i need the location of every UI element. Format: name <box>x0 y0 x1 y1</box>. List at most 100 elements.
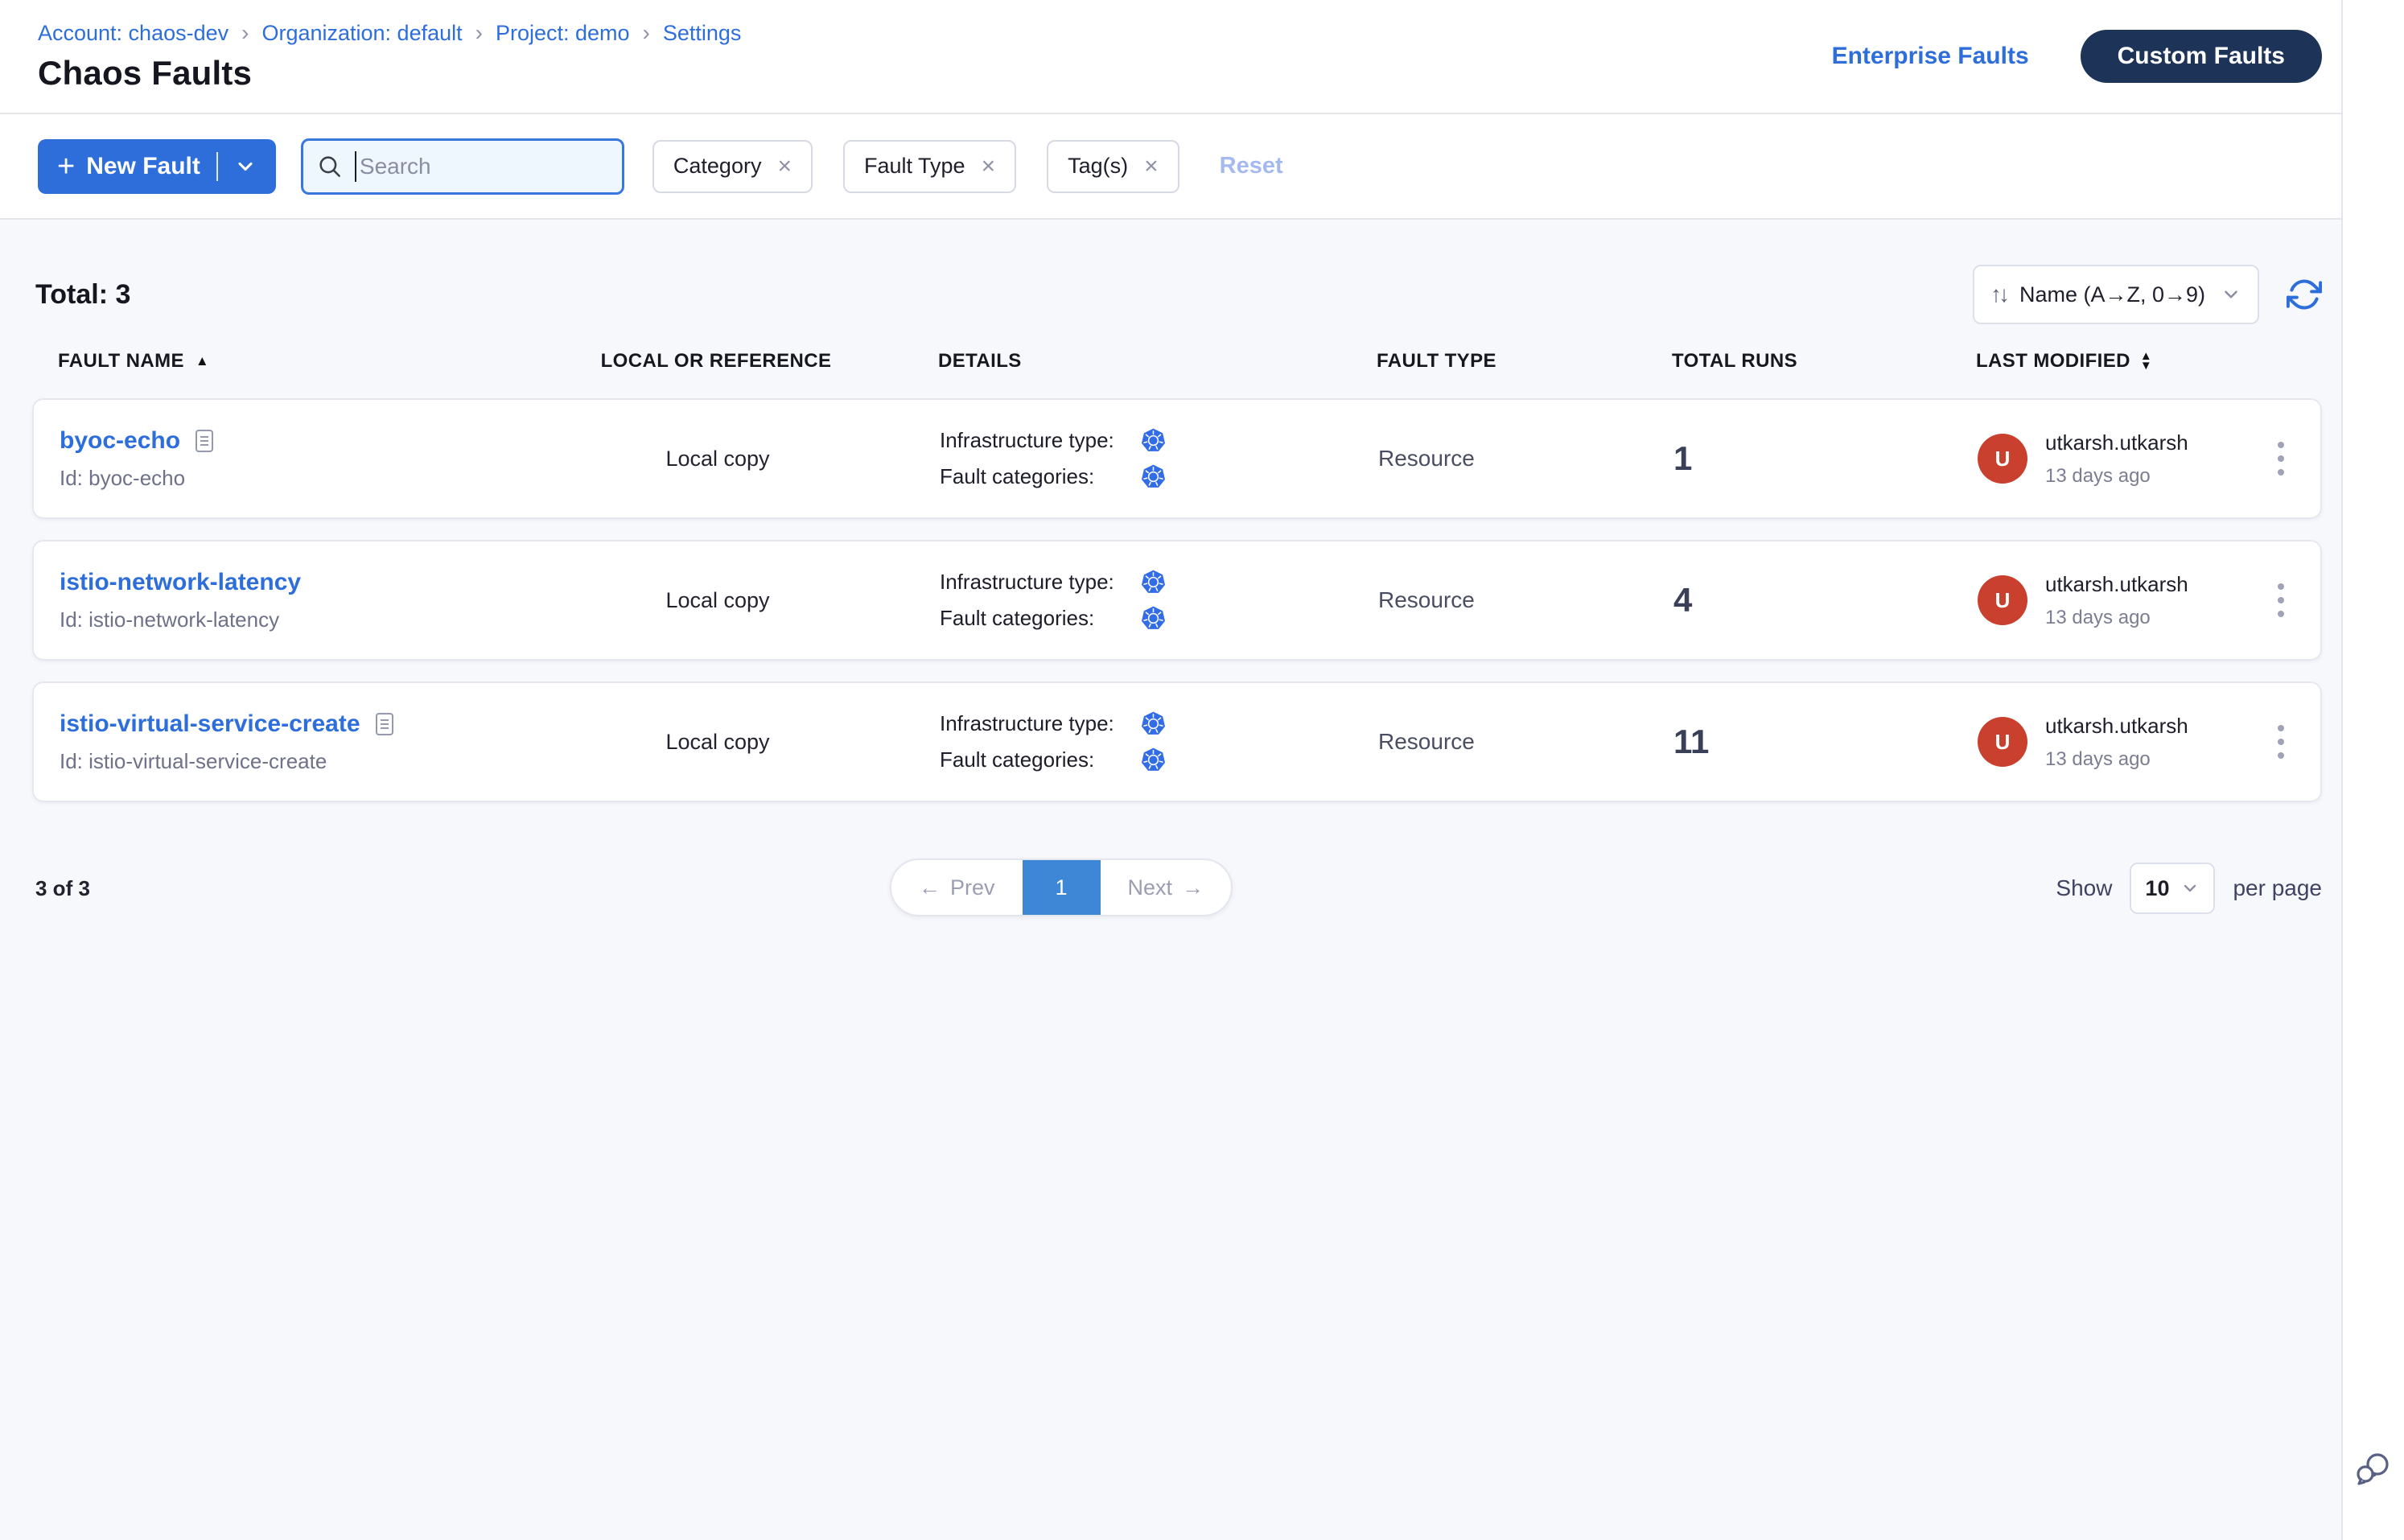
sort-ascending-icon: ▲ <box>196 353 209 369</box>
breadcrumb-organization[interactable]: Organization: default <box>261 21 462 46</box>
kubernetes-icon <box>1141 606 1166 631</box>
filter-chips: Category × Fault Type × Tag(s) × <box>652 140 1179 193</box>
modified-by: utkarsh.utkarsh <box>2045 714 2188 739</box>
modified-when: 13 days ago <box>2045 607 2188 629</box>
custom-faults-button[interactable]: Custom Faults <box>2081 30 2322 83</box>
fault-categories-label: Fault categories: <box>940 606 1141 631</box>
avatar: U <box>1978 434 2027 484</box>
pagination-bar: 3 of 3 ← Prev 1 Next → Show 10 <box>32 859 2322 918</box>
fault-row: istio-virtual-service-create Id: istio-v… <box>32 681 2322 802</box>
local-or-reference-value: Local copy <box>597 447 838 471</box>
breadcrumb-settings[interactable]: Settings <box>663 21 742 46</box>
plus-icon: + <box>57 151 75 182</box>
prev-page-button[interactable]: ← Prev <box>891 860 1023 915</box>
copy-id-icon[interactable] <box>375 712 394 736</box>
page-title: Chaos Faults <box>38 54 741 93</box>
chevron-down-icon <box>2221 284 2241 305</box>
pager: ← Prev 1 Next → <box>890 859 1233 916</box>
close-icon[interactable]: × <box>777 154 792 179</box>
search-input[interactable] <box>301 138 624 195</box>
column-label: FAULT TYPE <box>1377 350 1496 373</box>
reset-filters-button[interactable]: Reset <box>1220 153 1283 179</box>
chip-label: Fault Type <box>864 154 965 179</box>
kubernetes-icon <box>1141 428 1166 453</box>
filter-chip-fault-type[interactable]: Fault Type × <box>843 140 1016 193</box>
page-range-label: 3 of 3 <box>35 876 90 901</box>
column-header-details: DETAILS <box>837 350 1352 373</box>
breadcrumb-separator-icon: › <box>241 22 249 44</box>
breadcrumb: Account: chaos-dev › Organization: defau… <box>38 21 741 46</box>
modified-by: utkarsh.utkarsh <box>2045 430 2188 455</box>
right-rail <box>2341 0 2404 1540</box>
fault-name-link[interactable]: istio-network-latency <box>60 569 301 596</box>
column-header-fault-name[interactable]: FAULT NAME ▲ <box>32 350 595 373</box>
column-header-last-modified[interactable]: LAST MODIFIED ▲▼ <box>1923 350 2237 373</box>
total-count: Total: 3 <box>35 279 130 311</box>
fault-categories-label: Fault categories: <box>940 464 1141 489</box>
column-label: LAST MODIFIED <box>1976 350 2130 373</box>
per-page-label: per page <box>2233 875 2322 901</box>
fault-row: istio-network-latency Id: istio-network-… <box>32 540 2322 661</box>
page-header: Account: chaos-dev › Organization: defau… <box>0 0 2341 114</box>
button-divider <box>216 152 218 181</box>
row-menu-kebab-icon[interactable] <box>2270 434 2292 484</box>
sort-selected-value: Name (A→Z, 0→9) <box>2019 282 2205 307</box>
breadcrumb-separator-icon: › <box>643 22 650 44</box>
table-header: FAULT NAME ▲ LOCAL OR REFERENCE DETAILS … <box>32 345 2322 377</box>
search-icon <box>316 153 344 180</box>
refresh-icon[interactable] <box>2287 277 2322 312</box>
modified-when: 13 days ago <box>2045 748 2188 771</box>
fault-row: byoc-echo Id: byoc-echo Local copy Infra… <box>32 398 2322 519</box>
filter-chip-category[interactable]: Category × <box>652 140 813 193</box>
new-fault-label: New Fault <box>86 153 200 180</box>
fault-categories-label: Fault categories: <box>940 747 1141 772</box>
faults-list-area: Total: 3 ↑↓ Name (A→Z, 0→9) <box>0 265 2341 918</box>
page-size-select[interactable]: 10 <box>2130 863 2215 914</box>
search-input-field[interactable] <box>360 154 609 179</box>
avatar: U <box>1978 575 2027 625</box>
main-content: Account: chaos-dev › Organization: defau… <box>0 0 2341 1540</box>
fault-id: Id: istio-network-latency <box>60 607 597 632</box>
total-runs-value: 11 <box>1635 723 1924 761</box>
row-menu-kebab-icon[interactable] <box>2270 575 2292 625</box>
copy-id-icon[interactable] <box>195 429 214 453</box>
avatar: U <box>1978 717 2027 767</box>
breadcrumb-account[interactable]: Account: chaos-dev <box>38 21 228 46</box>
next-page-button[interactable]: Next → <box>1101 860 1232 915</box>
kubernetes-icon <box>1141 570 1166 595</box>
sort-both-icon: ▲▼ <box>2140 352 2152 371</box>
column-label: DETAILS <box>938 350 1022 373</box>
close-icon[interactable]: × <box>1144 154 1159 179</box>
total-runs-value: 4 <box>1635 581 1924 620</box>
chevron-down-icon[interactable] <box>234 155 257 178</box>
column-header-local-or-reference: LOCAL OR REFERENCE <box>595 350 837 373</box>
fault-name-link[interactable]: istio-virtual-service-create <box>60 710 360 738</box>
column-header-fault-type: FAULT TYPE <box>1352 350 1633 373</box>
page-1-button[interactable]: 1 <box>1023 860 1101 915</box>
prev-label: Prev <box>950 875 995 900</box>
fault-type-value: Resource <box>1353 446 1635 471</box>
chip-label: Tag(s) <box>1068 154 1128 179</box>
modified-by: utkarsh.utkarsh <box>2045 572 2188 597</box>
column-label: LOCAL OR REFERENCE <box>601 350 832 373</box>
sort-dropdown[interactable]: ↑↓ Name (A→Z, 0→9) <box>1973 265 2259 324</box>
infrastructure-type-label: Infrastructure type: <box>940 711 1141 736</box>
column-header-total-runs: TOTAL RUNS <box>1633 350 1923 373</box>
infrastructure-type-label: Infrastructure type: <box>940 428 1141 453</box>
kubernetes-icon <box>1141 747 1166 772</box>
close-icon[interactable]: × <box>982 154 996 179</box>
new-fault-button[interactable]: + New Fault <box>38 139 276 194</box>
breadcrumb-project[interactable]: Project: demo <box>496 21 630 46</box>
fault-id: Id: byoc-echo <box>60 466 597 491</box>
infrastructure-type-label: Infrastructure type: <box>940 570 1141 595</box>
arrow-right-icon: → <box>1182 875 1204 900</box>
column-label: FAULT NAME <box>58 350 184 373</box>
filter-chip-tags[interactable]: Tag(s) × <box>1047 140 1179 193</box>
total-runs-value: 1 <box>1635 439 1924 478</box>
breadcrumb-separator-icon: › <box>475 22 483 44</box>
row-menu-kebab-icon[interactable] <box>2270 717 2292 767</box>
fault-name-link[interactable]: byoc-echo <box>60 427 180 455</box>
enterprise-faults-link[interactable]: Enterprise Faults <box>1832 43 2029 70</box>
chevron-down-icon <box>2180 879 2200 898</box>
chat-help-icon[interactable] <box>2354 1450 2393 1489</box>
